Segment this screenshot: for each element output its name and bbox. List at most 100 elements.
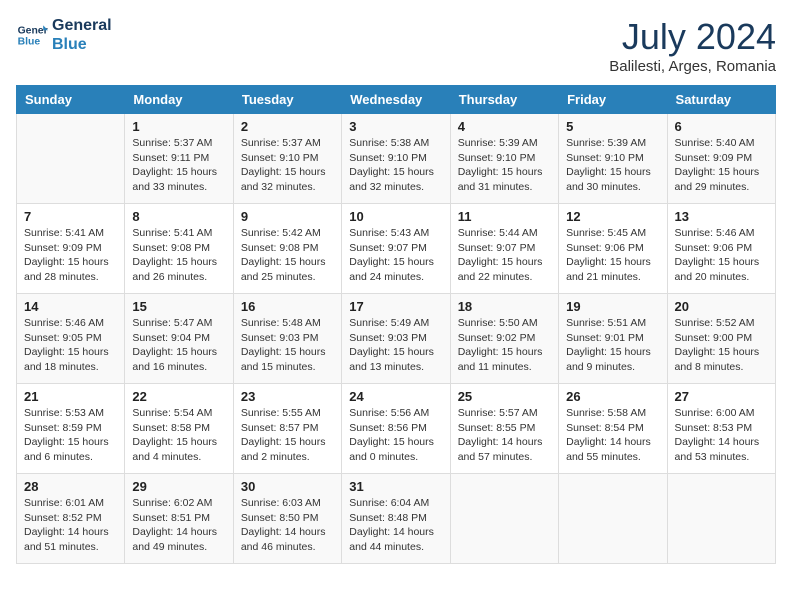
day-number: 6 — [675, 119, 768, 134]
day-info: Sunrise: 5:57 AM Sunset: 8:55 PM Dayligh… — [458, 406, 551, 465]
day-info: Sunrise: 6:02 AM Sunset: 8:51 PM Dayligh… — [132, 496, 225, 555]
day-number: 15 — [132, 299, 225, 314]
day-number: 2 — [241, 119, 334, 134]
day-info: Sunrise: 5:48 AM Sunset: 9:03 PM Dayligh… — [241, 316, 334, 375]
day-number: 18 — [458, 299, 551, 314]
day-number: 5 — [566, 119, 659, 134]
day-number: 10 — [349, 209, 442, 224]
day-info: Sunrise: 5:46 AM Sunset: 9:06 PM Dayligh… — [675, 226, 768, 285]
calendar-cell — [17, 114, 125, 204]
month-title: July 2024 — [609, 16, 776, 58]
day-number: 29 — [132, 479, 225, 494]
calendar-cell: 25 Sunrise: 5:57 AM Sunset: 8:55 PM Dayli… — [450, 384, 558, 474]
calendar-cell: 19 Sunrise: 5:51 AM Sunset: 9:01 PM Dayli… — [559, 294, 667, 384]
logo: General Blue General Blue — [16, 16, 112, 54]
day-info: Sunrise: 5:46 AM Sunset: 9:05 PM Dayligh… — [24, 316, 117, 375]
title-block: July 2024 Balilesti, Arges, Romania — [609, 16, 776, 75]
calendar-cell: 1 Sunrise: 5:37 AM Sunset: 9:11 PM Daylig… — [125, 114, 233, 204]
calendar-cell — [559, 474, 667, 564]
day-info: Sunrise: 5:44 AM Sunset: 9:07 PM Dayligh… — [458, 226, 551, 285]
day-number: 13 — [675, 209, 768, 224]
col-header-saturday: Saturday — [667, 86, 775, 114]
col-header-friday: Friday — [559, 86, 667, 114]
calendar-cell: 10 Sunrise: 5:43 AM Sunset: 9:07 PM Dayli… — [342, 204, 450, 294]
logo-text-blue: Blue — [52, 35, 112, 54]
calendar-cell: 26 Sunrise: 5:58 AM Sunset: 8:54 PM Dayli… — [559, 384, 667, 474]
calendar-cell: 15Sunrise: 5:47 AM Sunset: 9:04 PM Dayli… — [125, 294, 233, 384]
calendar-cell: 11Sunrise: 5:44 AM Sunset: 9:07 PM Dayli… — [450, 204, 558, 294]
location: Balilesti, Arges, Romania — [609, 58, 776, 75]
day-number: 3 — [349, 119, 442, 134]
calendar-header-row: SundayMondayTuesdayWednesdayThursdayFrid… — [17, 86, 776, 114]
calendar-cell: 17 Sunrise: 5:49 AM Sunset: 9:03 PM Dayli… — [342, 294, 450, 384]
day-info: Sunrise: 6:04 AM Sunset: 8:48 PM Dayligh… — [349, 496, 442, 555]
day-number: 20 — [675, 299, 768, 314]
day-info: Sunrise: 5:45 AM Sunset: 9:06 PM Dayligh… — [566, 226, 659, 285]
calendar-cell: 4 Sunrise: 5:39 AM Sunset: 9:10 PM Daylig… — [450, 114, 558, 204]
calendar-cell: 16Sunrise: 5:48 AM Sunset: 9:03 PM Dayli… — [233, 294, 341, 384]
day-info: Sunrise: 6:03 AM Sunset: 8:50 PM Dayligh… — [241, 496, 334, 555]
day-info: Sunrise: 6:00 AM Sunset: 8:53 PM Dayligh… — [675, 406, 768, 465]
calendar-cell: 9 Sunrise: 5:42 AM Sunset: 9:08 PM Daylig… — [233, 204, 341, 294]
day-number: 28 — [24, 479, 117, 494]
day-info: Sunrise: 5:37 AM Sunset: 9:11 PM Dayligh… — [132, 136, 225, 195]
day-info: Sunrise: 5:39 AM Sunset: 9:10 PM Dayligh… — [566, 136, 659, 195]
col-header-wednesday: Wednesday — [342, 86, 450, 114]
day-info: Sunrise: 6:01 AM Sunset: 8:52 PM Dayligh… — [24, 496, 117, 555]
day-number: 24 — [349, 389, 442, 404]
svg-text:Blue: Blue — [18, 37, 41, 48]
calendar-cell: 6 Sunrise: 5:40 AM Sunset: 9:09 PM Daylig… — [667, 114, 775, 204]
day-info: Sunrise: 5:41 AM Sunset: 9:09 PM Dayligh… — [24, 226, 117, 285]
day-number: 12 — [566, 209, 659, 224]
day-number: 25 — [458, 389, 551, 404]
week-row-4: 21Sunrise: 5:53 AM Sunset: 8:59 PM Dayli… — [17, 384, 776, 474]
day-info: Sunrise: 5:58 AM Sunset: 8:54 PM Dayligh… — [566, 406, 659, 465]
day-number: 26 — [566, 389, 659, 404]
week-row-3: 14 Sunrise: 5:46 AM Sunset: 9:05 PM Dayli… — [17, 294, 776, 384]
day-info: Sunrise: 5:38 AM Sunset: 9:10 PM Dayligh… — [349, 136, 442, 195]
col-header-thursday: Thursday — [450, 86, 558, 114]
day-number: 27 — [675, 389, 768, 404]
calendar-cell: 22Sunrise: 5:54 AM Sunset: 8:58 PM Dayli… — [125, 384, 233, 474]
calendar-cell: 5 Sunrise: 5:39 AM Sunset: 9:10 PM Daylig… — [559, 114, 667, 204]
day-info: Sunrise: 5:41 AM Sunset: 9:08 PM Dayligh… — [132, 226, 225, 285]
day-info: Sunrise: 5:43 AM Sunset: 9:07 PM Dayligh… — [349, 226, 442, 285]
day-info: Sunrise: 5:52 AM Sunset: 9:00 PM Dayligh… — [675, 316, 768, 375]
day-number: 21 — [24, 389, 117, 404]
calendar-cell: 28 Sunrise: 6:01 AM Sunset: 8:52 PM Dayli… — [17, 474, 125, 564]
day-info: Sunrise: 5:39 AM Sunset: 9:10 PM Dayligh… — [458, 136, 551, 195]
calendar-cell: 20 Sunrise: 5:52 AM Sunset: 9:00 PM Dayli… — [667, 294, 775, 384]
calendar-cell: 7 Sunrise: 5:41 AM Sunset: 9:09 PM Daylig… — [17, 204, 125, 294]
day-info: Sunrise: 5:56 AM Sunset: 8:56 PM Dayligh… — [349, 406, 442, 465]
calendar-cell: 12 Sunrise: 5:45 AM Sunset: 9:06 PM Dayli… — [559, 204, 667, 294]
calendar-cell — [667, 474, 775, 564]
calendar-cell: 2 Sunrise: 5:37 AM Sunset: 9:10 PM Daylig… — [233, 114, 341, 204]
week-row-1: 1 Sunrise: 5:37 AM Sunset: 9:11 PM Daylig… — [17, 114, 776, 204]
day-number: 9 — [241, 209, 334, 224]
day-info: Sunrise: 5:51 AM Sunset: 9:01 PM Dayligh… — [566, 316, 659, 375]
calendar-cell: 27 Sunrise: 6:00 AM Sunset: 8:53 PM Dayli… — [667, 384, 775, 474]
day-info: Sunrise: 5:40 AM Sunset: 9:09 PM Dayligh… — [675, 136, 768, 195]
day-number: 23 — [241, 389, 334, 404]
calendar-cell: 30 Sunrise: 6:03 AM Sunset: 8:50 PM Dayli… — [233, 474, 341, 564]
day-info: Sunrise: 5:37 AM Sunset: 9:10 PM Dayligh… — [241, 136, 334, 195]
col-header-monday: Monday — [125, 86, 233, 114]
calendar-cell: 31Sunrise: 6:04 AM Sunset: 8:48 PM Dayli… — [342, 474, 450, 564]
col-header-sunday: Sunday — [17, 86, 125, 114]
day-number: 14 — [24, 299, 117, 314]
day-number: 4 — [458, 119, 551, 134]
day-number: 8 — [132, 209, 225, 224]
calendar-cell: 3 Sunrise: 5:38 AM Sunset: 9:10 PM Daylig… — [342, 114, 450, 204]
day-number: 7 — [24, 209, 117, 224]
calendar-cell: 8 Sunrise: 5:41 AM Sunset: 9:08 PM Daylig… — [125, 204, 233, 294]
day-number: 30 — [241, 479, 334, 494]
day-info: Sunrise: 5:42 AM Sunset: 9:08 PM Dayligh… — [241, 226, 334, 285]
day-info: Sunrise: 5:54 AM Sunset: 8:58 PM Dayligh… — [132, 406, 225, 465]
calendar-cell — [450, 474, 558, 564]
day-info: Sunrise: 5:55 AM Sunset: 8:57 PM Dayligh… — [241, 406, 334, 465]
day-info: Sunrise: 5:49 AM Sunset: 9:03 PM Dayligh… — [349, 316, 442, 375]
day-number: 19 — [566, 299, 659, 314]
calendar-cell: 29 Sunrise: 6:02 AM Sunset: 8:51 PM Dayli… — [125, 474, 233, 564]
day-number: 1 — [132, 119, 225, 134]
day-number: 17 — [349, 299, 442, 314]
